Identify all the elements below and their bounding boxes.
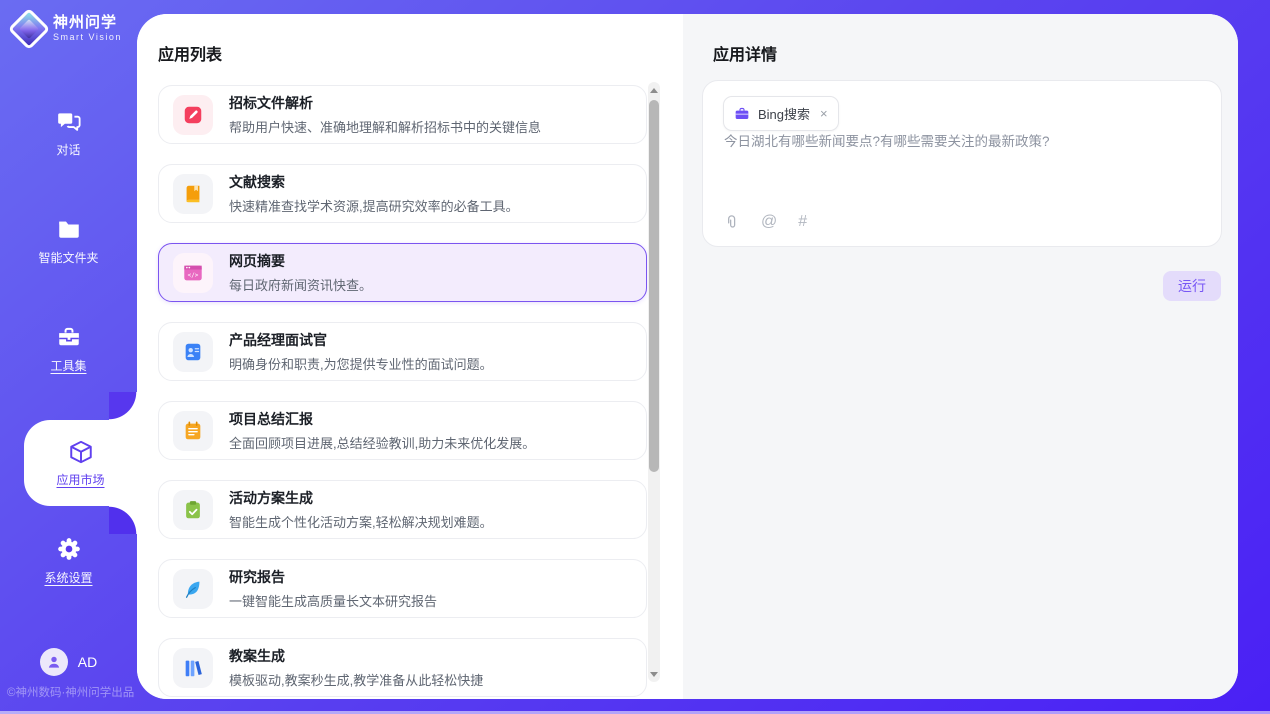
sidebar-item-chat[interactable]: 对话 (0, 108, 137, 158)
person-doc-icon (173, 332, 213, 372)
query-input[interactable]: 今日湖北有哪些新闻要点?有哪些需要关注的最新政策? (724, 132, 1201, 152)
sidebar-item-label: 智能文件夹 (38, 249, 98, 266)
app-desc: 智能生成个性化活动方案,轻松解决规划难题。 (229, 512, 493, 531)
app-card-web-summary[interactable]: </> 网页摘要 每日政府新闻资讯快查。 (158, 243, 647, 302)
active-tab-curve-top (109, 392, 137, 420)
sidebar-item-label: 对话 (56, 141, 80, 158)
folder-icon (56, 216, 82, 242)
list-scrollbar[interactable] (648, 82, 660, 682)
app-desc: 全面回顾项目进展,总结经验教训,助力未来优化发展。 (229, 433, 535, 452)
sidebar-item-label: 应用市场 (56, 471, 104, 488)
avatar (40, 648, 68, 676)
app-card-event-plan[interactable]: 活动方案生成 智能生成个性化活动方案,轻松解决规划难题。 (158, 480, 647, 539)
app-card-pm-interviewer[interactable]: 产品经理面试官 明确身份和职责,为您提供专业性的面试问题。 (158, 322, 647, 381)
prompt-card: Bing搜索 × 今日湖北有哪些新闻要点?有哪些需要关注的最新政策? @ # (702, 80, 1222, 247)
svg-text:</>: </> (188, 272, 199, 279)
app-detail-panel: 应用详情 Bing搜索 × 今日湖北有哪些新闻要点?有哪些需要关注的最新政策? … (683, 14, 1238, 699)
brand-diamond-icon (8, 8, 50, 50)
pen-square-icon (173, 95, 213, 135)
app-card-list: 招标文件解析 帮助用户快速、准确地理解和解析招标书中的关键信息 文献搜索 快速精… (158, 85, 647, 699)
gear-icon (56, 536, 82, 562)
close-icon[interactable]: × (820, 107, 828, 120)
quill-icon (173, 569, 213, 609)
copyright-footer: ©神州数码·神州问学出品 (7, 684, 134, 700)
app-name: 活动方案生成 (229, 488, 493, 508)
app-list-title: 应用列表 (158, 41, 222, 65)
app-desc: 模板驱动,教案秒生成,教学准备从此轻松快捷 (229, 670, 483, 689)
browser-code-icon: </> (173, 253, 213, 293)
sidebar-item-toolset[interactable]: 工具集 (0, 324, 137, 374)
main-content: 应用列表 招标文件解析 帮助用户快速、准确地理解和解析招标书中的关键信息 (137, 14, 1238, 699)
sidebar-item-label: 系统设置 (44, 569, 92, 586)
composer-toolbar: @ # (723, 213, 807, 231)
tool-tag-bing-search[interactable]: Bing搜索 × (723, 96, 839, 131)
book-icon (173, 174, 213, 214)
user-name: AD (78, 654, 97, 670)
app-card-bid-parse[interactable]: 招标文件解析 帮助用户快速、准确地理解和解析招标书中的关键信息 (158, 85, 647, 144)
hash-icon[interactable]: # (798, 213, 807, 231)
brand-name: 神州问学 (53, 15, 122, 32)
scroll-up-arrow-icon[interactable] (648, 84, 660, 96)
paperclip-icon[interactable] (723, 214, 740, 231)
app-name: 文献搜索 (229, 172, 519, 192)
scroll-down-arrow-icon[interactable] (648, 668, 660, 680)
calendar-note-icon (173, 411, 213, 451)
sidebar-item-label: 工具集 (50, 357, 86, 374)
sidebar: 神州问学 Smart Vision 对话 智能文件夹 工具集 应 (0, 0, 137, 714)
app-card-project-summary[interactable]: 项目总结汇报 全面回顾项目进展,总结经验教训,助力未来优化发展。 (158, 401, 647, 460)
app-desc: 帮助用户快速、准确地理解和解析招标书中的关键信息 (229, 117, 541, 136)
app-name: 网页摘要 (229, 251, 372, 271)
tool-tag-label: Bing搜索 (758, 104, 810, 123)
app-card-research-report[interactable]: 研究报告 一键智能生成高质量长文本研究报告 (158, 559, 647, 618)
app-desc: 一键智能生成高质量长文本研究报告 (229, 591, 437, 610)
app-desc: 明确身份和职责,为您提供专业性的面试问题。 (229, 354, 493, 373)
scrollbar-thumb[interactable] (649, 100, 659, 472)
app-desc: 每日政府新闻资讯快查。 (229, 275, 372, 294)
person-icon (45, 653, 63, 671)
app-name: 教案生成 (229, 646, 483, 666)
brand-subtitle: Smart Vision (53, 33, 122, 43)
app-card-literature-search[interactable]: 文献搜索 快速精准查找学术资源,提高研究效率的必备工具。 (158, 164, 647, 223)
run-button[interactable]: 运行 (1163, 271, 1221, 301)
app-card-lesson-plan[interactable]: 教案生成 模板驱动,教案秒生成,教学准备从此轻松快捷 (158, 638, 647, 697)
app-name: 招标文件解析 (229, 93, 541, 113)
briefcase-icon (734, 106, 750, 122)
app-list-panel: 应用列表 招标文件解析 帮助用户快速、准确地理解和解析招标书中的关键信息 (137, 14, 683, 699)
brand-logo: 神州问学 Smart Vision (14, 14, 122, 44)
toolbox-icon (56, 324, 82, 350)
chat-icon (56, 108, 82, 134)
app-name: 研究报告 (229, 567, 437, 587)
user-account[interactable]: AD (0, 648, 137, 676)
app-name: 项目总结汇报 (229, 409, 535, 429)
app-desc: 快速精准查找学术资源,提高研究效率的必备工具。 (229, 196, 519, 215)
sidebar-item-settings[interactable]: 系统设置 (0, 536, 137, 586)
at-icon[interactable]: @ (761, 213, 777, 231)
app-detail-title: 应用详情 (713, 41, 777, 65)
sidebar-item-smart-folder[interactable]: 智能文件夹 (0, 216, 137, 266)
active-tab-curve-bottom (109, 506, 137, 534)
books-icon (173, 648, 213, 688)
sidebar-item-app-market[interactable]: 应用市场 (24, 420, 137, 506)
app-name: 产品经理面试官 (229, 330, 493, 350)
clipboard-check-icon (173, 490, 213, 530)
cube-icon (68, 439, 94, 465)
